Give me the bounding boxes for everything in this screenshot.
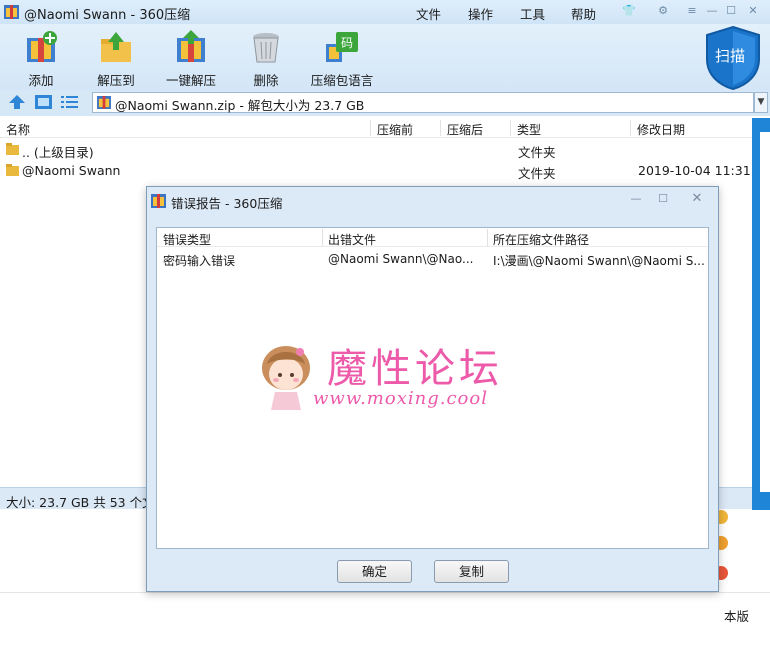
extract-to-icon bbox=[101, 32, 131, 62]
col-error-type[interactable]: 错误类型 bbox=[163, 231, 211, 248]
title-bar: @Naomi Swann - 360压缩 文件 操作 工具 帮助 👕 ⚙ ≡ —… bbox=[0, 0, 770, 24]
col-divider bbox=[440, 120, 441, 136]
col-divider bbox=[322, 229, 323, 246]
archive-language-label: 压缩包语言 bbox=[310, 73, 374, 88]
item-name: @Naomi Swann bbox=[22, 163, 121, 178]
add-button[interactable]: 添加 bbox=[5, 28, 77, 90]
item-type: 文件夹 bbox=[518, 145, 556, 160]
list-item[interactable]: .. (上级目录) 文件夹 bbox=[0, 139, 752, 160]
col-modified[interactable]: 修改日期 bbox=[637, 121, 685, 138]
app-icon bbox=[4, 5, 19, 19]
add-archive-icon bbox=[27, 31, 57, 62]
error-path: I:\漫画\@Naomi Swann\@Naomi S... bbox=[493, 254, 705, 268]
menu-lines-icon[interactable]: ≡ bbox=[683, 3, 701, 19]
trash-can-icon bbox=[253, 33, 279, 63]
status-text: 大小: 23.7 GB 共 53 个文 bbox=[6, 495, 155, 510]
up-arrow-icon[interactable] bbox=[9, 95, 25, 109]
language-badge: 码 bbox=[341, 36, 353, 50]
error-type: 密码输入错误 bbox=[163, 254, 236, 268]
archive-language-icon: 码 bbox=[326, 32, 358, 62]
col-divider bbox=[630, 120, 631, 136]
close-icon[interactable]: ✕ bbox=[687, 191, 707, 207]
address-bar: @Naomi Swann.zip - 解包大小为 23.7 GB ▼ bbox=[0, 90, 770, 116]
file-list-header: 名称 压缩前 压缩后 类型 修改日期 bbox=[0, 118, 752, 138]
one-click-extract-icon bbox=[177, 30, 205, 62]
col-compressed-size[interactable]: 压缩后 bbox=[447, 121, 483, 138]
copy-button[interactable]: 复制 bbox=[434, 560, 509, 583]
col-error-file[interactable]: 出错文件 bbox=[328, 231, 376, 248]
error-report-dialog: 错误报告 - 360压缩 — ☐ ✕ 错误类型 出错文件 所在压缩文件路径 密码… bbox=[146, 186, 719, 592]
background-text: 本版 bbox=[724, 609, 750, 624]
window-title: @Naomi Swann - 360压缩 bbox=[24, 8, 191, 23]
folder-icon bbox=[6, 143, 19, 155]
extract-to-button[interactable]: 解压到 bbox=[80, 28, 152, 90]
large-icon-view-icon[interactable] bbox=[35, 95, 52, 109]
minimize-icon[interactable]: — bbox=[703, 3, 721, 19]
ok-button[interactable]: 确定 bbox=[337, 560, 412, 583]
archive-language-button[interactable]: 码 压缩包语言 bbox=[305, 28, 379, 90]
error-file: @Naomi Swann\@Nao... bbox=[328, 252, 474, 266]
dialog-title: 错误报告 - 360压缩 bbox=[171, 196, 283, 211]
scan-label: 扫描 bbox=[715, 47, 746, 65]
settings-gear-icon[interactable]: ⚙ bbox=[654, 3, 672, 19]
col-divider bbox=[370, 120, 371, 136]
background-app-panel bbox=[760, 132, 770, 492]
zip-file-icon bbox=[97, 96, 111, 109]
toolbar: 添加 解压到 一键解压 删除 码 压缩包语言 bbox=[0, 24, 770, 90]
address-text: @Naomi Swann.zip - 解包大小为 23.7 GB bbox=[115, 98, 365, 113]
scan-button[interactable]: 扫描 bbox=[703, 25, 763, 91]
list-view-icon[interactable] bbox=[61, 95, 78, 109]
col-divider bbox=[487, 229, 488, 246]
delete-label: 删除 bbox=[253, 73, 279, 88]
extract-to-label: 解压到 bbox=[97, 73, 135, 88]
skin-shirt-icon[interactable]: 👕 bbox=[620, 3, 638, 19]
one-click-extract-button[interactable]: 一键解压 bbox=[155, 28, 227, 90]
background-app-edge bbox=[752, 118, 770, 510]
col-original-size[interactable]: 压缩前 bbox=[377, 121, 413, 138]
address-dropdown-icon[interactable]: ▼ bbox=[754, 92, 768, 113]
add-label: 添加 bbox=[28, 73, 54, 88]
delete-button[interactable]: 删除 bbox=[230, 28, 302, 90]
list-item[interactable]: @Naomi Swann 文件夹 2019-10-04 11:31 bbox=[0, 160, 752, 181]
mascot-girl-logo bbox=[262, 346, 310, 410]
col-name[interactable]: 名称 bbox=[6, 121, 30, 138]
menu-file[interactable]: 文件 bbox=[416, 4, 441, 23]
folder-icon bbox=[6, 164, 19, 176]
error-row[interactable]: 密码输入错误 @Naomi Swann\@Nao... I:\漫画\@Naomi… bbox=[157, 249, 708, 269]
error-list-header: 错误类型 出错文件 所在压缩文件路径 bbox=[157, 228, 708, 247]
menu-operate[interactable]: 操作 bbox=[468, 4, 493, 23]
error-list: 错误类型 出错文件 所在压缩文件路径 密码输入错误 @Naomi Swann\@… bbox=[156, 227, 709, 549]
col-archive-path[interactable]: 所在压缩文件路径 bbox=[493, 231, 589, 248]
address-field[interactable]: @Naomi Swann.zip - 解包大小为 23.7 GB bbox=[92, 92, 754, 113]
app-icon bbox=[151, 194, 166, 208]
watermark: 魔性论坛 www.moxing.cool bbox=[257, 336, 637, 416]
col-divider bbox=[510, 120, 511, 136]
menu-tools[interactable]: 工具 bbox=[520, 4, 545, 23]
dialog-title-bar: 错误报告 - 360压缩 — ☐ ✕ bbox=[147, 187, 718, 213]
minimize-icon[interactable]: — bbox=[626, 191, 646, 207]
maximize-icon[interactable]: ☐ bbox=[653, 191, 673, 207]
item-type: 文件夹 bbox=[518, 166, 556, 181]
col-type[interactable]: 类型 bbox=[517, 121, 541, 138]
divider bbox=[0, 592, 770, 593]
item-name: .. (上级目录) bbox=[22, 145, 94, 160]
watermark-title: 魔性论坛 bbox=[327, 346, 503, 392]
close-icon[interactable]: ✕ bbox=[744, 3, 762, 19]
watermark-url: www.moxing.cool bbox=[313, 388, 488, 409]
item-date: 2019-10-04 11:31 bbox=[638, 163, 751, 178]
maximize-icon[interactable]: ☐ bbox=[722, 3, 740, 19]
menu-help[interactable]: 帮助 bbox=[571, 4, 596, 23]
one-click-extract-label: 一键解压 bbox=[165, 73, 216, 88]
